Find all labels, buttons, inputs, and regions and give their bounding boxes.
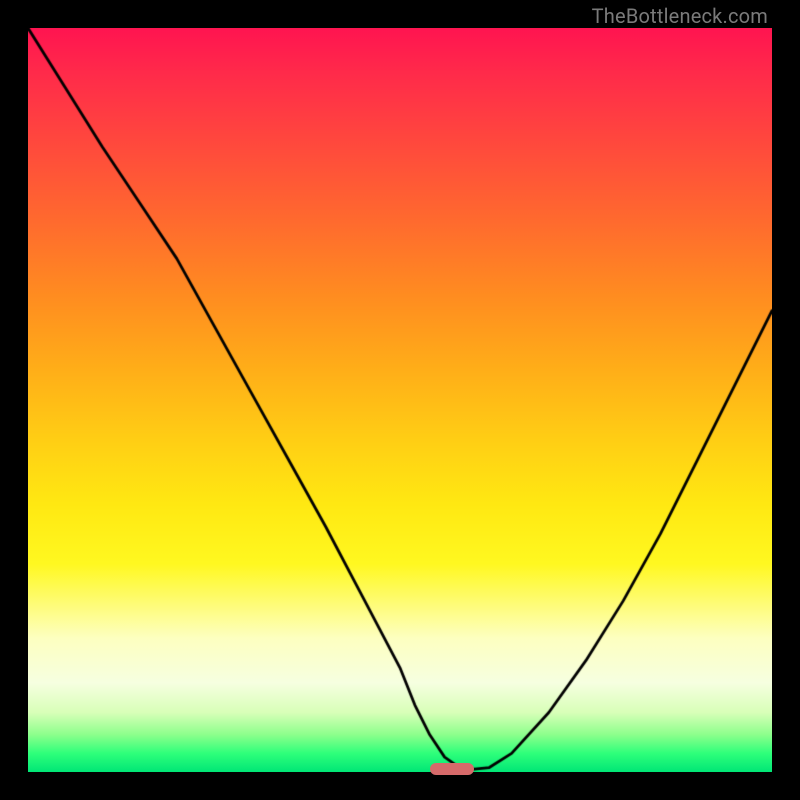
bottleneck-curve <box>28 28 772 772</box>
chart-frame: TheBottleneck.com <box>0 0 800 800</box>
optimal-range-marker <box>430 763 475 775</box>
plot-area <box>28 28 772 772</box>
watermark-text: TheBottleneck.com <box>592 4 768 28</box>
